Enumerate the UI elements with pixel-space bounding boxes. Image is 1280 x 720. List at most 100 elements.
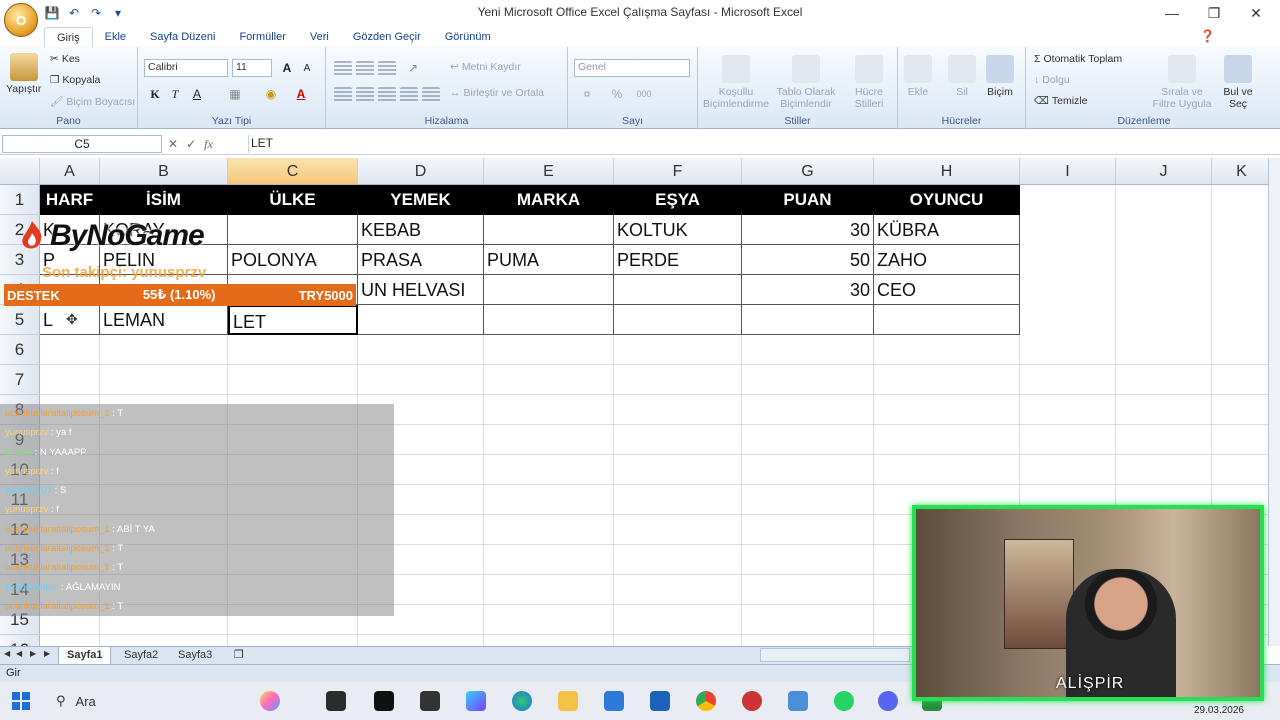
select-all-corner[interactable] — [0, 158, 40, 185]
prev-sheet-icon[interactable]: ◀ — [16, 649, 26, 663]
header-cell[interactable]: İSİM — [100, 185, 228, 215]
table-cell[interactable]: POLONYA — [228, 245, 358, 275]
column-header[interactable]: K — [1212, 158, 1268, 185]
horizontal-scrollbar[interactable] — [760, 648, 910, 662]
align-top-icon[interactable] — [334, 61, 352, 77]
copilot-app-icon[interactable] — [466, 691, 486, 711]
font-name-select[interactable]: Calibri — [144, 59, 228, 77]
recording-app-icon[interactable] — [742, 691, 762, 711]
restore-button[interactable]: ❐ — [1196, 3, 1232, 23]
file-explorer-icon[interactable] — [558, 691, 578, 711]
table-cell[interactable]: KEBAB — [358, 215, 484, 245]
percent-button[interactable]: % — [608, 85, 626, 103]
borders-icon[interactable]: ▦ — [226, 85, 244, 103]
sheet-tab-2[interactable]: Sayfa2 — [116, 647, 166, 665]
table-cell[interactable]: ZAHO — [874, 245, 1020, 275]
orientation-icon[interactable]: ↗ — [404, 59, 422, 77]
font-color-icon[interactable]: A — [292, 85, 310, 103]
cell-styles-button[interactable]: Hücre Stilleri — [844, 55, 894, 110]
last-sheet-icon[interactable]: ▶ — [44, 649, 54, 663]
cut-button[interactable]: ✂ Kes — [50, 53, 80, 65]
windows-start-icon[interactable] — [12, 692, 30, 710]
tab-gorunum[interactable]: Görünüm — [433, 27, 503, 47]
whatsapp-icon[interactable] — [834, 691, 854, 711]
header-cell[interactable]: ÜLKE — [228, 185, 358, 215]
table-cell[interactable]: 30 — [742, 275, 874, 305]
formula-input[interactable]: LET — [248, 135, 1266, 153]
table-cell[interactable]: LEMAN — [100, 305, 228, 335]
minimize-button[interactable]: — — [1154, 3, 1190, 23]
column-header[interactable]: D — [358, 158, 484, 185]
outlook-icon[interactable] — [650, 691, 670, 711]
row-header[interactable]: 16 — [0, 635, 40, 646]
conditional-format-button[interactable]: Koşullu Biçimlendirme — [703, 55, 769, 110]
table-cell[interactable] — [484, 275, 614, 305]
column-header[interactable]: F — [614, 158, 742, 185]
table-cell[interactable]: PUMA — [484, 245, 614, 275]
format-painter-button[interactable]: 🖌 Biçim Boyacısı — [50, 95, 135, 109]
close-button[interactable]: ✕ — [1238, 3, 1274, 23]
table-cell[interactable] — [228, 215, 358, 245]
table-cell[interactable]: UN HELVASI — [358, 275, 484, 305]
fill-button[interactable]: ↓ Dolgu — [1034, 74, 1070, 86]
row-header[interactable]: 6 — [0, 335, 40, 365]
table-cell[interactable]: PERDE — [614, 245, 742, 275]
format-as-table-button[interactable]: Tablo Olarak Biçimlendir — [774, 55, 838, 110]
tab-formuller[interactable]: Formüller — [227, 27, 297, 47]
row-header[interactable]: 1 — [0, 185, 40, 215]
table-cell[interactable]: KÜBRA — [874, 215, 1020, 245]
table-cell[interactable]: CEO — [874, 275, 1020, 305]
number-format-select[interactable]: Genel — [574, 59, 690, 77]
help-icon[interactable]: ❓ — [1200, 29, 1215, 43]
column-header[interactable]: E — [484, 158, 614, 185]
sort-filter-button[interactable]: Sırala ve Filtre Uygula — [1150, 55, 1214, 110]
table-cell[interactable]: 30 — [742, 215, 874, 245]
header-cell[interactable]: MARKA — [484, 185, 614, 215]
next-sheet-icon[interactable]: ▶ — [30, 649, 40, 663]
row-header[interactable]: 7 — [0, 365, 40, 395]
table-cell[interactable] — [742, 305, 874, 335]
font-size-select[interactable]: 11 — [232, 59, 272, 77]
align-center-icon[interactable] — [356, 87, 374, 103]
header-cell[interactable]: YEMEK — [358, 185, 484, 215]
sheet-tab-1[interactable]: Sayfa1 — [58, 647, 112, 665]
tab-gozden-gecir[interactable]: Gözden Geçir — [341, 27, 433, 47]
fill-color-icon[interactable]: ◉ — [262, 85, 280, 103]
underline-button[interactable]: A — [188, 85, 206, 103]
epic-games-icon[interactable] — [420, 691, 440, 711]
office-button[interactable]: O — [4, 3, 38, 37]
grow-font-icon[interactable]: A — [278, 59, 296, 77]
wrap-text-button[interactable]: ↩ Metni Kaydır — [450, 61, 521, 73]
bold-button[interactable]: K — [146, 85, 164, 103]
currency-icon[interactable]: ¤ — [578, 85, 596, 103]
copilot-icon[interactable] — [260, 691, 280, 711]
table-cell[interactable] — [614, 275, 742, 305]
table-cell[interactable] — [358, 305, 484, 335]
italic-button[interactable]: T — [166, 85, 184, 103]
column-header[interactable]: G — [742, 158, 874, 185]
row-header[interactable]: 5 — [0, 305, 40, 335]
header-cell[interactable]: OYUNCU — [874, 185, 1020, 215]
cancel-icon[interactable]: ✕ — [168, 137, 178, 151]
column-header[interactable]: J — [1116, 158, 1212, 185]
store-icon[interactable] — [604, 691, 624, 711]
column-header[interactable]: C — [228, 158, 358, 185]
edge-icon[interactable] — [512, 691, 532, 711]
table-cell[interactable] — [874, 305, 1020, 335]
insert-cells-button[interactable]: Ekle — [904, 55, 932, 98]
copy-button[interactable]: ❐ Kopyala — [50, 74, 100, 86]
column-header[interactable]: A — [40, 158, 100, 185]
vertical-scrollbar[interactable] — [1268, 158, 1280, 646]
tab-ekle[interactable]: Ekle — [93, 27, 138, 47]
chrome-icon[interactable] — [696, 691, 716, 711]
tab-sayfa-duzeni[interactable]: Sayfa Düzeni — [138, 27, 227, 47]
format-cells-button[interactable]: Biçim — [986, 55, 1014, 98]
new-sheet-icon[interactable]: ❐ — [226, 647, 252, 665]
column-header[interactable]: B — [100, 158, 228, 185]
thousands-button[interactable]: 000 — [632, 85, 656, 103]
autosum-button[interactable]: Σ Otomatik Toplam — [1034, 53, 1122, 65]
indent-decrease-icon[interactable] — [400, 87, 418, 103]
delete-cells-button[interactable]: Sil — [948, 55, 976, 98]
enter-icon[interactable]: ✓ — [186, 137, 196, 151]
column-header[interactable]: H — [874, 158, 1020, 185]
